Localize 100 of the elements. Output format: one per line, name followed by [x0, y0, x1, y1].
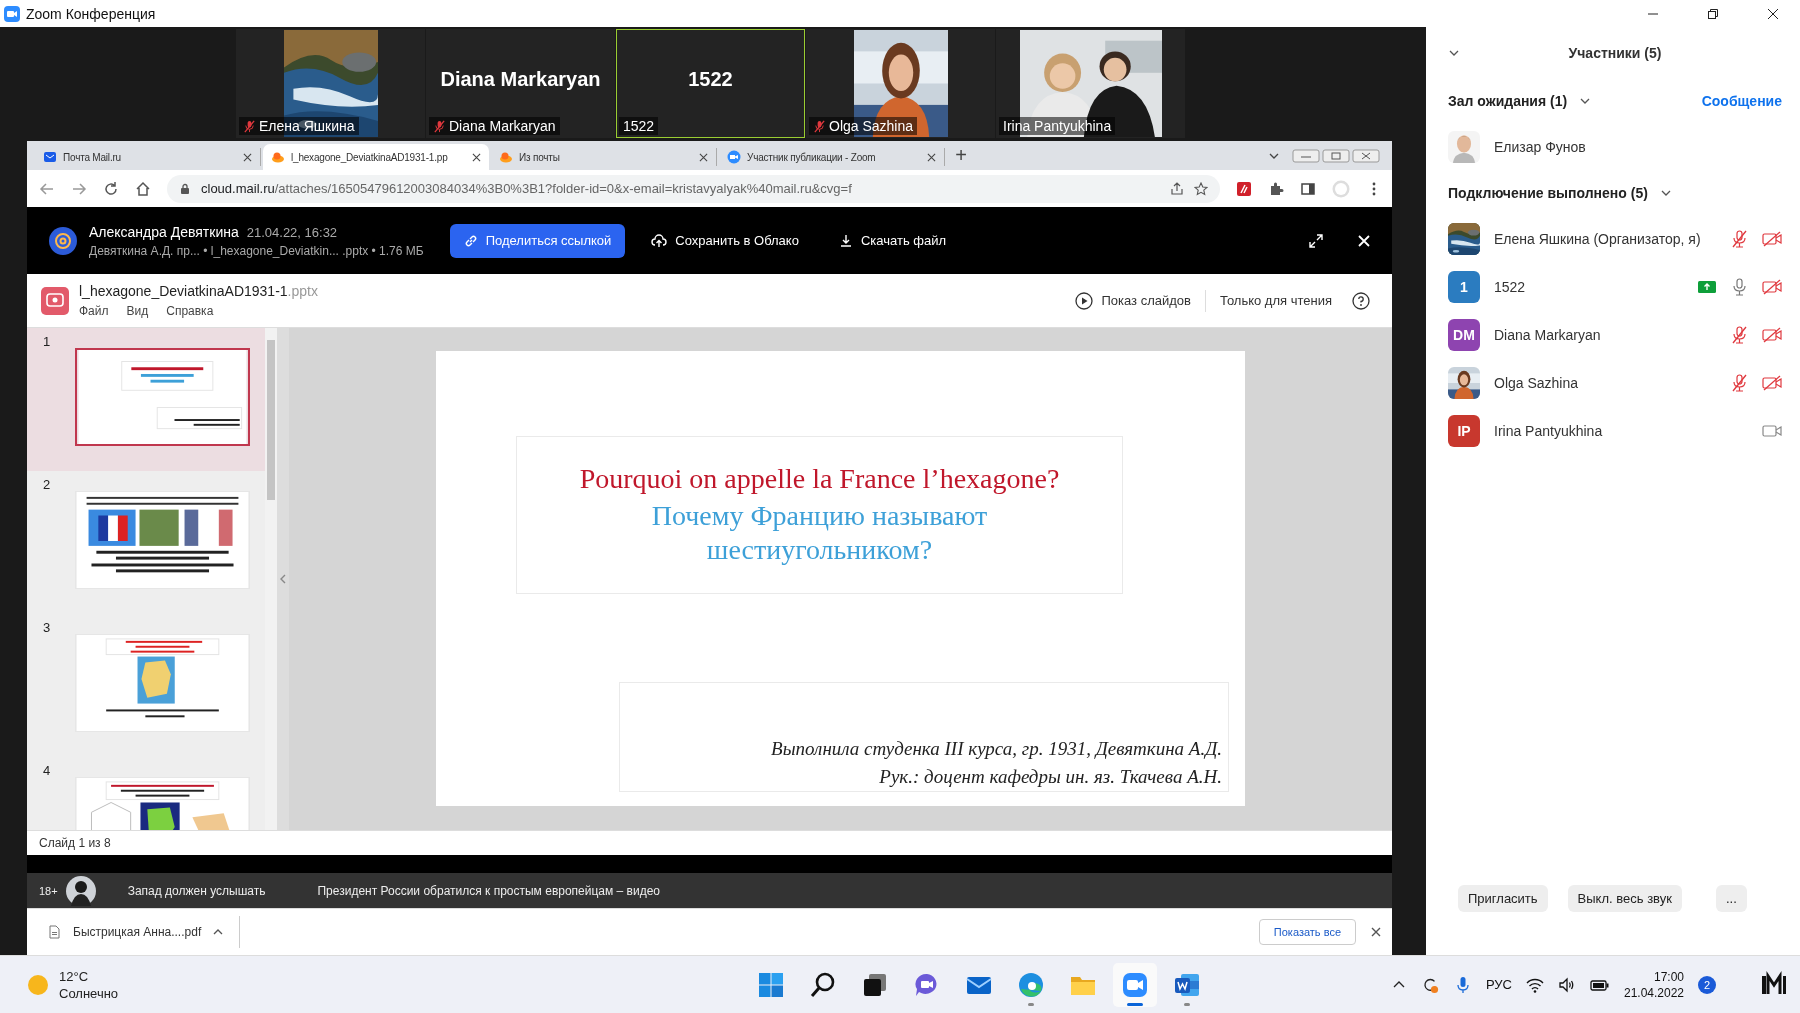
slide-title: Pourquoi on appelle la France l’hexagone? [579, 463, 1060, 496]
panel-title: Участники (5) [1568, 45, 1662, 61]
menu-item[interactable]: Файл [79, 304, 109, 318]
participant-row[interactable]: IP Irina Pantyukhina [1448, 407, 1782, 455]
participant-name: Елена Яшкина (Организатор, я) [1494, 231, 1701, 247]
video-tile[interactable]: Diana Markaryan Diana Markaryan [426, 29, 615, 138]
participant-row[interactable]: 1 1522 [1448, 263, 1782, 311]
collapse-icon[interactable] [279, 573, 287, 585]
participant-name: Irina Pantyukhina [1494, 423, 1603, 439]
lock-icon [179, 182, 191, 195]
video-camera-icon [1121, 970, 1150, 999]
browser-tab[interactable]: Почта Mail.ru [35, 148, 261, 166]
participant-row[interactable]: Елена Яшкина (Организатор, я) [1448, 215, 1782, 263]
forward-icon[interactable] [71, 180, 87, 197]
zoom-taskbar-icon[interactable] [1113, 962, 1158, 1007]
temperature: 12°C [59, 968, 90, 984]
extension-icon[interactable] [1236, 180, 1252, 197]
close-icon[interactable] [1370, 926, 1382, 938]
video-off-icon[interactable] [1762, 326, 1782, 344]
video-camera-icon[interactable] [1762, 422, 1782, 440]
download-item[interactable]: Быстрицкая Анна....pdf [47, 916, 241, 948]
mic-muted-icon[interactable] [1730, 230, 1748, 248]
play-icon [1075, 291, 1094, 310]
menu-item[interactable]: Справка [166, 304, 214, 318]
video-tile[interactable]: Olga Sazhina [806, 29, 995, 138]
notification-badge[interactable]: 2 [1698, 975, 1716, 994]
video-off-icon[interactable] [1762, 278, 1782, 296]
action-button[interactable]: Сохранить в Облако [637, 223, 813, 258]
slideshow-button[interactable]: Показ слайдов [1075, 291, 1191, 310]
browser-tab[interactable]: Участник публикации - Zoom [719, 148, 945, 166]
action-button[interactable]: Поделиться ссылкой [449, 223, 626, 258]
restore-icon [1707, 7, 1719, 20]
mic-muted-icon[interactable] [1730, 326, 1748, 344]
reload-icon[interactable] [103, 180, 119, 197]
participant-name: Елена Яшкина [259, 118, 355, 134]
participant-row[interactable]: DM Diana Markaryan [1448, 311, 1782, 359]
camera-icon [727, 150, 741, 164]
section-header[interactable]: Подключение выполнено (5) [1448, 185, 1648, 201]
video-off-icon[interactable] [1762, 230, 1782, 248]
slide-counter: Слайд 1 из 8 [39, 836, 111, 850]
slide-subtitle: Почему Францию называют шестиугольником? [650, 499, 989, 567]
new-tab-button[interactable]: + [947, 142, 975, 169]
news-link[interactable]: Запад должен услышать [127, 883, 266, 898]
browser-tab[interactable]: Из почты [491, 148, 717, 166]
menu-item[interactable]: Вид [126, 304, 149, 318]
credit-line: Выполнила студенка III курса, гр. 1931, Девяткина А.Д. [771, 737, 1222, 761]
clock-date[interactable]: 21.04.2022 [1623, 985, 1684, 1000]
back-icon[interactable] [39, 180, 55, 197]
expand-icon[interactable] [1308, 232, 1324, 249]
star-icon[interactable] [1194, 181, 1208, 196]
browser-tab[interactable]: l_hexagone_DeviatkinaAD1931-1.pp [263, 144, 489, 170]
speaker-icon[interactable] [1557, 975, 1576, 994]
news-link[interactable]: Президент России обратился к простым европейцам – видео [317, 883, 661, 898]
panel-button[interactable]: ... [1715, 885, 1747, 912]
panel-button[interactable]: Выкл. весь звук [1567, 885, 1682, 912]
help-icon[interactable] [1352, 291, 1370, 310]
address-bar[interactable]: cloud.mail.ru/attaches/16505479612003084034%3B0%3B1?folder-id=0&x-email=kristavyalyak%40mail.ru&cvg=f [167, 174, 1220, 203]
panel-button[interactable]: Пригласить [1458, 885, 1548, 912]
close-icon[interactable] [1356, 232, 1372, 249]
close-icon[interactable] [699, 152, 708, 162]
action-button[interactable]: Скачать файл [824, 223, 961, 258]
message-link[interactable]: Сообщение [1701, 93, 1782, 109]
video-off-icon[interactable] [1762, 374, 1782, 392]
home-icon[interactable] [135, 180, 151, 197]
avatar: 1 [1448, 271, 1480, 303]
close-icon[interactable] [243, 152, 252, 162]
avatar: DM [1448, 319, 1480, 351]
avatar: IP [1448, 415, 1480, 447]
close-icon[interactable] [927, 152, 936, 162]
language-indicator[interactable]: РУС [1485, 977, 1512, 992]
participant-row[interactable]: Olga Sazhina [1448, 359, 1782, 407]
sidebar-icon[interactable] [1300, 180, 1316, 197]
mic-muted-icon[interactable] [1730, 374, 1748, 392]
participant-name: Olga Sazhina [1494, 375, 1579, 391]
microphone-icon[interactable] [1730, 278, 1748, 296]
document-title: l_hexagone_DeviatkinaAD1931-1.pptx [79, 283, 318, 299]
chevron-up-icon [213, 927, 224, 937]
slide-thumbnail[interactable] [75, 348, 250, 446]
share-icon[interactable] [1170, 181, 1184, 196]
tab-title: l_hexagone_DeviatkinaAD1931-1.pp [291, 151, 449, 163]
close-icon[interactable] [472, 152, 481, 162]
puzzle-icon[interactable] [1268, 180, 1284, 197]
clock-time[interactable]: 17:00 [1654, 969, 1684, 984]
file-icon [47, 925, 61, 939]
slide-number: 3 [43, 620, 52, 637]
cloud-icon [271, 150, 285, 164]
scrollbar[interactable] [265, 328, 277, 830]
zoom-logo-icon [4, 5, 20, 22]
participant-row[interactable]: Елизар Фунов [1448, 123, 1782, 171]
participant-name: 1522 [1494, 279, 1526, 295]
close-icon [1767, 7, 1779, 20]
file-name: Быстрицкая Анна....pdf [73, 925, 202, 939]
video-tile[interactable]: Елена Яшкина [236, 29, 425, 138]
participant-name: Olga Sazhina [829, 118, 914, 134]
tab-title: Почта Mail.ru [63, 151, 122, 163]
show-all-button[interactable]: Показать все [1258, 919, 1356, 945]
participant-name: 1522 [688, 68, 733, 91]
credit-line: Рук.: доцент кафедры ин. яз. Ткачева А.Н. [879, 765, 1222, 789]
video-tile[interactable]: 1522 1522 [616, 29, 805, 138]
section-header[interactable]: Зал ожидания (1) [1448, 93, 1568, 109]
